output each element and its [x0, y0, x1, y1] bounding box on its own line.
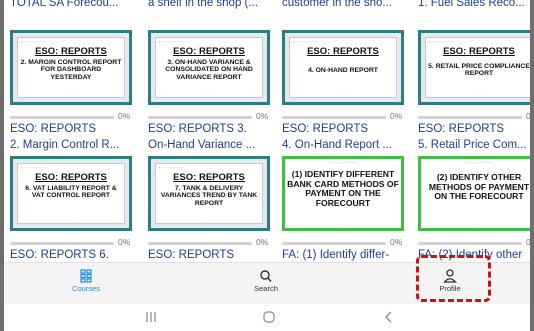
- progress-bar: [148, 116, 252, 119]
- thumbnail-text: (1) IDENTIFY DIFFERENT BANK CARD METHODS…: [287, 169, 399, 208]
- course-thumbnail[interactable]: ··· ········· ········· (1) IDENTIFY DIF…: [282, 156, 404, 231]
- back-icon[interactable]: [382, 310, 396, 329]
- thumbnail-header-logo: ▪ ··· ··· ······ ·····: [159, 40, 184, 44]
- app-screen: TOTAL SA Forecou... a shelf in the shop …: [4, 0, 530, 331]
- progress-bar: [282, 116, 386, 119]
- thumbnail-text: 4. ON-HAND REPORT: [308, 67, 378, 74]
- thumbnail-heading: ESO: REPORTS: [173, 172, 245, 183]
- thumbnail-header-logo: ▪ ··· ··· ······ ·····: [293, 40, 318, 44]
- thumbnail-heading: ESO: REPORTS: [307, 46, 379, 57]
- progress-bar: [418, 116, 522, 119]
- thumbnail-heading: ESO: REPORTS: [35, 172, 107, 183]
- thumbnail-text: 2. MARGIN CONTROL REPORT FOR DASHBOARD Y…: [20, 59, 122, 81]
- progress-bar: [418, 242, 522, 245]
- course-title[interactable]: ESO: REPORTS 6.: [10, 248, 109, 262]
- progress-bar: [10, 116, 114, 119]
- course-subtitle[interactable]: 5. Retail Price Com...: [418, 138, 530, 152]
- thumbnail-text: 6. VAT LIABILITY REPORT & VAT CONTROL RE…: [25, 185, 117, 200]
- progress-percent: 0%: [526, 111, 530, 121]
- course-title[interactable]: FA: (1) Identify differ-: [282, 248, 389, 262]
- progress-percent: 0%: [526, 237, 530, 247]
- thumbnail-header-logo: ▪ ··· ··· ······ ·····: [159, 166, 184, 170]
- thumbnail-header-logo: ▪ ··· ··· ······ ·····: [21, 40, 46, 44]
- course-thumbnail[interactable]: ▪ ··· ··· ······ ····· ESO: REPORTS 5. R…: [418, 30, 530, 105]
- course-title[interactable]: TOTAL SA Forecou...: [10, 0, 138, 9]
- course-subtitle[interactable]: 4. On-Hand Report ...: [282, 138, 410, 152]
- nav-search-label: Search: [254, 284, 278, 293]
- progress-percent: 0%: [256, 111, 269, 121]
- thumbnail-date: ·······: [475, 91, 483, 95]
- thumbnail-date: ·······: [205, 91, 213, 95]
- course-title[interactable]: ESO: REPORTS 3.: [148, 122, 247, 136]
- course-subtitle[interactable]: 2. Margin Control R...: [10, 138, 138, 152]
- thumbnail-text: 3. ON-HAND VARIANCE & CONSOLIDATED ON HA…: [165, 59, 253, 81]
- course-thumbnail[interactable]: ▪ ··· ··· ······ ····· ESO: REPORTS 4. O…: [282, 30, 404, 105]
- thumbnail-date: ·······: [339, 222, 347, 226]
- course-title[interactable]: ESO: REPORTS: [282, 122, 368, 136]
- thumbnail-text: 7. TANK & DELIVERY VARIANCES TREND BY TA…: [160, 185, 258, 207]
- progress-percent: 0%: [118, 237, 131, 247]
- course-title[interactable]: 1. Fuel Sales Reco...: [418, 0, 530, 9]
- course-thumbnail[interactable]: ▪ ··· ··· ······ ····· ESO: REPORTS 3. O…: [148, 30, 270, 105]
- course-title[interactable]: customer in the sho...: [282, 0, 410, 9]
- progress-percent: 0%: [118, 111, 131, 121]
- course-title[interactable]: ESO: REPORTS: [10, 122, 96, 136]
- search-icon: [226, 269, 306, 283]
- thumbnail-heading: ESO: REPORTS: [173, 46, 245, 57]
- course-title[interactable]: a shelf in the shop (...: [148, 0, 276, 9]
- course-thumbnail[interactable]: ▪ ··· ··· ······ ····· ESO: REPORTS 6. V…: [10, 156, 132, 231]
- nav-courses-label: Courses: [72, 284, 100, 293]
- thumbnail-date: ·······: [339, 91, 347, 95]
- progress-bar: [282, 242, 386, 245]
- recent-apps-icon[interactable]: [144, 310, 158, 329]
- thumbnail-date: ·······: [205, 217, 213, 221]
- nav-search-tab[interactable]: Search: [226, 263, 306, 305]
- thumbnail-header-logo: ··· ········· ·········: [329, 161, 357, 165]
- thumbnail-date: ·······: [475, 222, 483, 226]
- course-thumbnail[interactable]: ··· ········· ········· (2) IDENTIFY OTH…: [418, 156, 530, 231]
- previous-row-titles: TOTAL SA Forecou... a shelf in the shop …: [4, 0, 530, 16]
- course-thumbnail[interactable]: ▪ ··· ··· ······ ····· ESO: REPORTS 7. T…: [148, 156, 270, 231]
- course-thumbnail[interactable]: ▪ ··· ··· ······ ····· ESO: REPORTS 2. M…: [10, 30, 132, 105]
- progress-percent: 0%: [390, 111, 403, 121]
- system-navigation-bar: [4, 304, 530, 331]
- profile-highlight-box: [416, 255, 491, 302]
- thumbnail-date: ·······: [67, 91, 75, 95]
- progress-bar: [148, 242, 252, 245]
- thumbnail-header-logo: ▪ ··· ··· ······ ·····: [21, 166, 46, 170]
- course-title[interactable]: ESO: REPORTS: [418, 122, 504, 136]
- course-title[interactable]: ESO: REPORTS: [148, 248, 234, 262]
- thumbnail-heading: ESO: REPORTS: [443, 46, 515, 57]
- nav-courses-tab[interactable]: Courses: [46, 263, 126, 305]
- progress-percent: 0%: [390, 237, 403, 247]
- thumbnail-text: 5. RETAIL PRICE COMPLIANCE REPORT: [428, 63, 530, 78]
- progress-percent: 0%: [256, 237, 269, 247]
- thumbnail-header-logo: ▪ ··· ··· ······ ·····: [429, 40, 454, 44]
- thumbnail-header-logo: ··· ········· ·········: [465, 161, 493, 165]
- course-subtitle[interactable]: On-Hand Variance ...: [148, 138, 276, 152]
- home-icon[interactable]: [262, 310, 276, 329]
- courses-grid-icon: [46, 269, 126, 283]
- thumbnail-heading: ESO: REPORTS: [35, 46, 107, 57]
- progress-bar: [10, 242, 114, 245]
- thumbnail-date: ·······: [67, 217, 75, 221]
- thumbnail-text: (2) IDENTIFY OTHER METHODS OF PAYMENT ON…: [428, 172, 530, 202]
